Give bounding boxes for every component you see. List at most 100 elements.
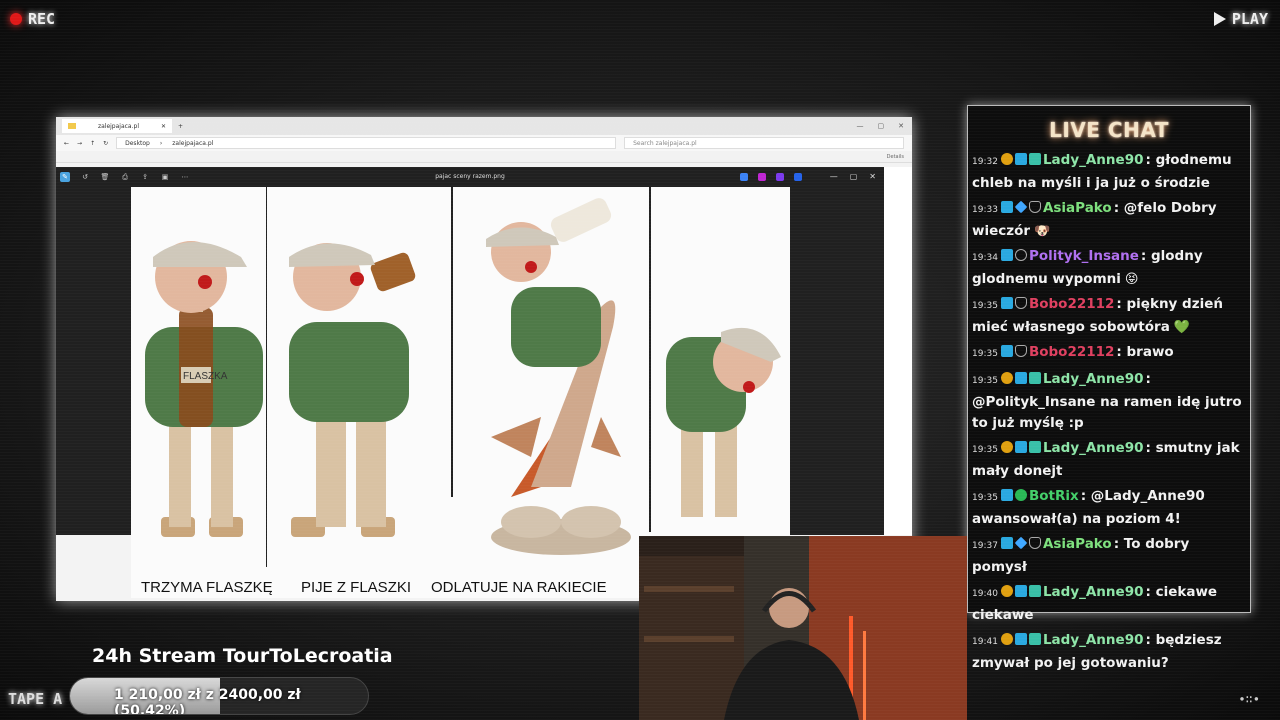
caption-3: ODLATUJE NA RAKIECIE xyxy=(431,579,607,596)
chat-message: 19:41 Lady_Anne90: będziesz zmywał po jej… xyxy=(972,630,1246,674)
chat-timestamp: 19:33 xyxy=(972,205,998,215)
prime-badge-icon xyxy=(1000,201,1013,213)
chat-username[interactable]: Lady_Anne90 xyxy=(1043,584,1144,600)
chat-username[interactable]: Polityk_Insane xyxy=(1029,248,1139,264)
cube-badge-icon xyxy=(1014,536,1028,550)
maximize-icon[interactable]: ▢ xyxy=(850,172,858,181)
address-field[interactable]: Desktop › zalejpajaca.pl xyxy=(116,137,617,149)
record-dot-icon xyxy=(10,13,22,25)
panel-drinking xyxy=(289,243,416,537)
chat-message: 19:35 BotRix: @Lady_Anne90 awansował(a) n… xyxy=(972,486,1246,530)
chat-username[interactable]: Bobo22112 xyxy=(1029,296,1114,312)
explorer-command-bar: Details xyxy=(56,151,912,163)
chat-message: 19:35 Lady_Anne90: @Polityk_Insane na ram… xyxy=(972,369,1246,434)
prime-badge-icon xyxy=(1014,153,1027,165)
search-placeholder: Search zalejpajaca.pl xyxy=(633,139,697,147)
prime-badge-icon xyxy=(1000,249,1013,261)
cloud-app-icon[interactable] xyxy=(794,173,802,181)
chat-timestamp: 19:35 xyxy=(972,493,998,503)
chat-username[interactable]: Lady_Anne90 xyxy=(1043,632,1144,648)
chat-timestamp: 19:34 xyxy=(972,253,998,263)
prime-badge-icon xyxy=(1000,345,1013,357)
viewer-app-icons xyxy=(740,173,802,181)
edit-app-icon[interactable] xyxy=(740,173,748,181)
chat-message: 19:32 Lady_Anne90: głodnemu chleb na myśl… xyxy=(972,150,1246,194)
prime-badge-icon xyxy=(1014,633,1027,645)
chat-message: 19:34 Polityk_Insane: glodny glodnemu wyp… xyxy=(972,246,1246,290)
chat-emote-icon: 🐶 xyxy=(1034,224,1051,239)
close-icon[interactable]: ✕ xyxy=(869,172,876,181)
panel-rocket xyxy=(486,198,631,555)
chat-timestamp: 19:41 xyxy=(972,637,998,647)
rec-indicator: REC xyxy=(10,10,55,28)
stream-title: 24h Stream TourToLecroatia xyxy=(92,645,393,667)
breadcrumb-root[interactable]: Desktop xyxy=(125,140,150,147)
prime-badge-icon xyxy=(1000,297,1013,309)
caption-2: PIJE Z FLASZKI xyxy=(301,579,412,596)
caption-1: TRZYMA FLASZKĘ xyxy=(141,579,273,596)
chat-message: 19:37 AsiaPako: To dobry pomysł xyxy=(972,534,1246,578)
chat-username[interactable]: Lady_Anne90 xyxy=(1043,440,1144,456)
minimize-icon[interactable]: — xyxy=(857,122,864,130)
prime-badge-icon xyxy=(1014,441,1027,453)
chat-username[interactable]: Lady_Anne90 xyxy=(1043,371,1144,387)
bot-badge-icon xyxy=(1014,489,1027,501)
close-icon[interactable]: ✕ xyxy=(161,123,166,130)
chat-message-list: 19:32 Lady_Anne90: głodnemu chleb na myśl… xyxy=(972,150,1246,674)
play-icon xyxy=(1213,12,1226,26)
chat-message: 19:35 Bobo22112: piękny dzień mieć własne… xyxy=(972,294,1246,338)
chat-username[interactable]: AsiaPako xyxy=(1043,200,1112,216)
close-window-icon[interactable]: ✕ xyxy=(898,122,904,130)
forward-icon[interactable]: → xyxy=(77,140,82,147)
webcam-feed xyxy=(639,536,967,720)
viewer-window-controls: — ▢ ✕ xyxy=(830,172,876,181)
bottle-label: FLASZKA xyxy=(183,371,228,382)
back-icon[interactable]: ← xyxy=(64,140,69,147)
prime-badge-icon xyxy=(1014,372,1027,384)
paint-app-icon[interactable] xyxy=(758,173,766,181)
prime-badge-icon xyxy=(1000,489,1013,501)
minimize-icon[interactable]: — xyxy=(830,172,838,181)
chat-username[interactable]: Lady_Anne90 xyxy=(1043,152,1144,168)
shield-badge-icon xyxy=(1028,537,1041,549)
chat-emote-icon: 💚 xyxy=(1173,320,1190,335)
chat-username[interactable]: Bobo22112 xyxy=(1029,344,1114,360)
grid-badge-icon xyxy=(1028,585,1041,597)
prime-badge-icon xyxy=(1000,537,1013,549)
shield-badge-icon xyxy=(1028,201,1041,213)
sub-badge-icon xyxy=(1000,585,1013,597)
chat-username[interactable]: AsiaPako xyxy=(1043,536,1112,552)
chat-timestamp: 19:37 xyxy=(972,541,998,551)
chat-title: LIVE CHAT xyxy=(1049,118,1169,142)
grid-badge-icon xyxy=(1028,372,1041,384)
chat-timestamp: 19:40 xyxy=(972,589,998,599)
photo-viewer: ✎ ↺ 🗑 ⎙ ⇪ ▣ ⋯ pajac sceny razem.png — ▢ … xyxy=(56,167,884,598)
explorer-tab[interactable]: zalejpajaca.pl ✕ xyxy=(62,119,172,133)
webcam-image xyxy=(639,536,967,720)
sub-badge-icon xyxy=(1000,633,1013,645)
chat-username[interactable]: BotRix xyxy=(1029,488,1079,504)
refresh-icon[interactable]: ↻ xyxy=(103,140,108,147)
chat-timestamp: 19:32 xyxy=(972,157,998,167)
breadcrumb-folder[interactable]: zalejpajaca.pl xyxy=(172,140,213,147)
explorer-tabbar: zalejpajaca.pl ✕ + — ▢ ✕ xyxy=(56,117,912,135)
sub-badge-icon xyxy=(1000,372,1013,384)
panel-holding-bottle: FLASZKA xyxy=(145,241,263,537)
chat-message: 19:35 Lady_Anne90: smutny jak mały donejt xyxy=(972,438,1246,482)
folder-icon xyxy=(68,123,76,129)
chat-text: : brawo xyxy=(1116,344,1174,360)
sub-badge-icon xyxy=(1000,153,1013,165)
details-label[interactable]: Details xyxy=(887,154,904,160)
play-label: PLAY xyxy=(1231,10,1268,28)
grid-badge-icon xyxy=(1028,441,1041,453)
maximize-icon[interactable]: ▢ xyxy=(878,122,885,130)
chat-message: 19:33 AsiaPako: @felo Dobry wieczór 🐶 xyxy=(972,198,1246,242)
new-tab-icon[interactable]: + xyxy=(178,123,183,130)
up-icon[interactable]: ↑ xyxy=(90,140,95,147)
shield-badge-icon xyxy=(1014,345,1027,357)
designer-app-icon[interactable] xyxy=(776,173,784,181)
chat-message: 19:35 Bobo22112: brawo xyxy=(972,342,1246,365)
tape-glyph: ∙∷∙ xyxy=(1238,692,1260,706)
panel-sad xyxy=(666,327,781,517)
search-input[interactable]: Search zalejpajaca.pl xyxy=(624,137,904,149)
